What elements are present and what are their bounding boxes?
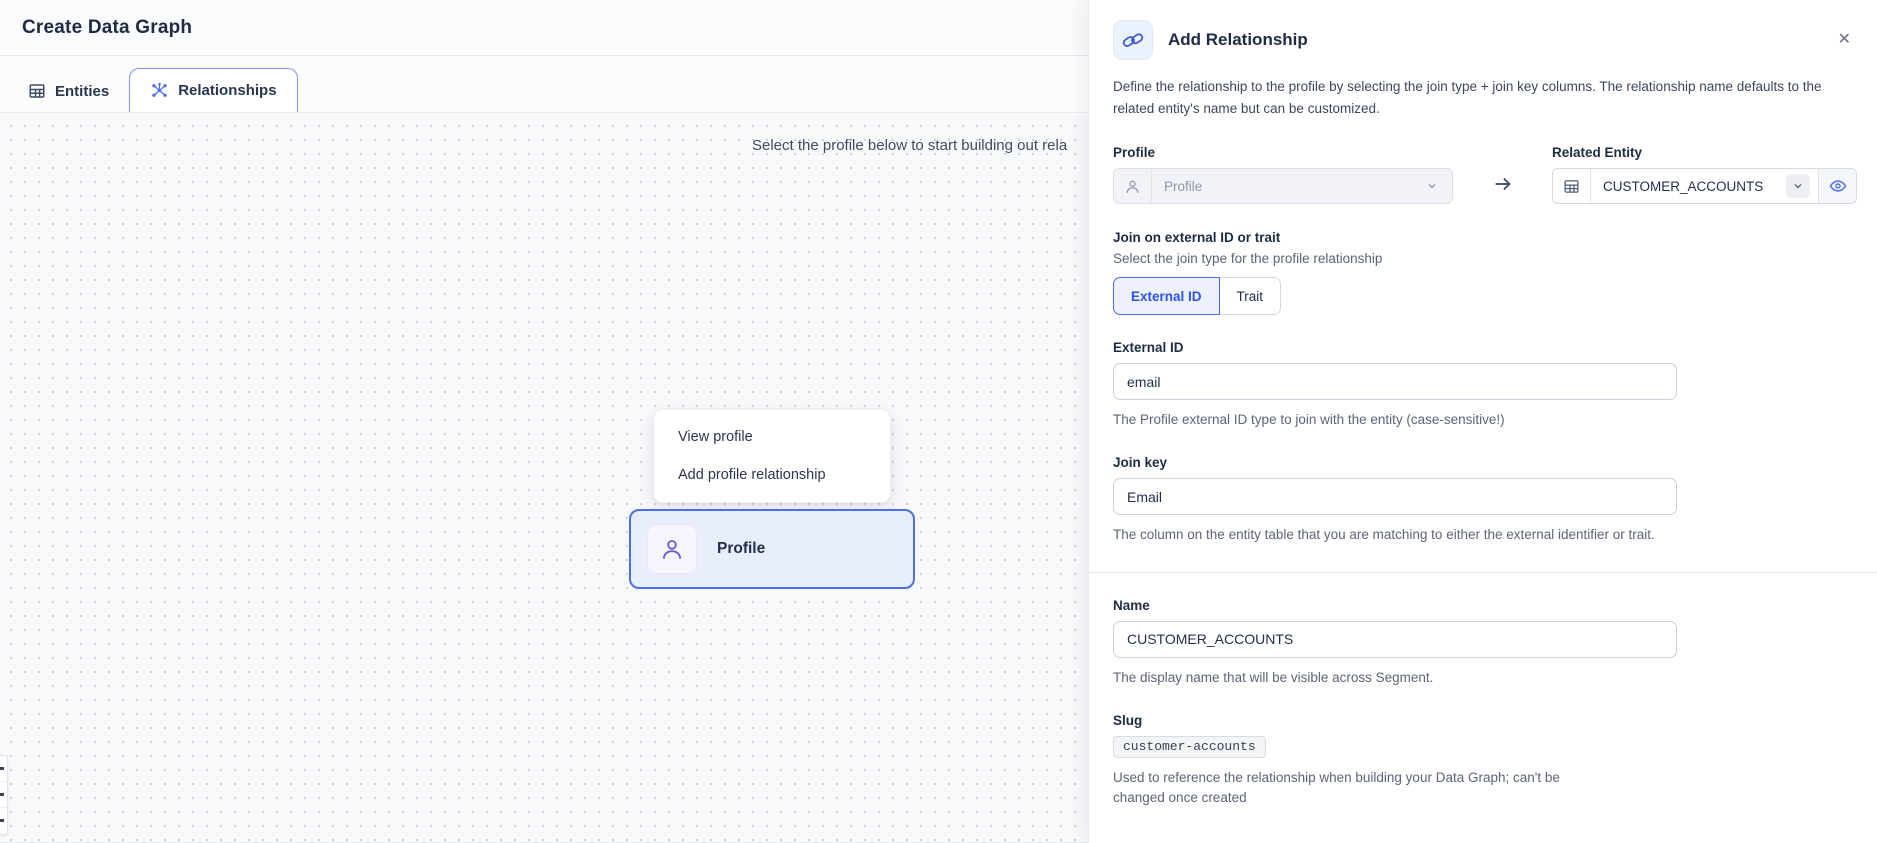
related-entity-label: Related Entity bbox=[1552, 145, 1857, 160]
slug-helper: Used to reference the relationship when … bbox=[1113, 768, 1583, 809]
canvas-zoom-controls bbox=[0, 755, 8, 835]
tab-bar: Entities Re bbox=[0, 56, 1088, 112]
join-type-label: Join on external ID or trait bbox=[1113, 230, 1857, 245]
top-bar: Create Data Graph bbox=[0, 0, 1088, 56]
person-icon bbox=[647, 524, 697, 574]
panel-header: Add Relationship ✕ bbox=[1113, 20, 1857, 60]
name-helper: The display name that will be visible ac… bbox=[1113, 668, 1677, 688]
join-key-input[interactable] bbox=[1113, 478, 1677, 515]
external-id-field: External ID The Profile external ID type… bbox=[1113, 340, 1857, 430]
close-icon[interactable]: ✕ bbox=[1832, 28, 1857, 52]
name-input[interactable] bbox=[1113, 621, 1677, 658]
slug-value: customer-accounts bbox=[1113, 736, 1266, 758]
eye-icon[interactable] bbox=[1818, 169, 1856, 203]
profile-node-label: Profile bbox=[717, 540, 765, 558]
chevron-down-icon bbox=[1786, 174, 1810, 198]
profile-entity-row: Profile Profile bbox=[1113, 145, 1857, 204]
toggle-trait[interactable]: Trait bbox=[1220, 277, 1282, 315]
related-entity-select[interactable]: CUSTOMER_ACCOUNTS bbox=[1552, 168, 1857, 204]
node-context-menu: View profile Add profile relationship bbox=[653, 409, 891, 503]
tab-relationships[interactable]: Relationships bbox=[129, 68, 297, 112]
slug-field: Slug customer-accounts Used to reference… bbox=[1113, 713, 1857, 809]
related-entity-field: Related Entity CUSTOMER_ACCOUNTS bbox=[1552, 145, 1857, 204]
table-icon bbox=[28, 82, 46, 100]
graph-network-icon bbox=[150, 81, 169, 100]
zoom-in-button[interactable] bbox=[0, 756, 7, 782]
tab-relationships-label: Relationships bbox=[178, 82, 276, 99]
tab-entities[interactable]: Entities bbox=[8, 70, 129, 112]
page-title: Create Data Graph bbox=[22, 17, 192, 39]
profile-node[interactable]: Profile bbox=[629, 509, 915, 589]
external-id-input[interactable] bbox=[1113, 363, 1677, 400]
profile-field: Profile Profile bbox=[1113, 145, 1453, 204]
join-key-field: Join key The column on the entity table … bbox=[1113, 455, 1857, 545]
person-icon bbox=[1114, 169, 1152, 203]
profile-label: Profile bbox=[1113, 145, 1453, 160]
external-id-label: External ID bbox=[1113, 340, 1857, 355]
section-divider bbox=[1089, 572, 1877, 573]
slug-label: Slug bbox=[1113, 713, 1857, 728]
external-id-helper: The Profile external ID type to join wit… bbox=[1113, 410, 1677, 430]
canvas-hint-text: Select the profile below to start buildi… bbox=[752, 137, 1067, 154]
name-label: Name bbox=[1113, 598, 1857, 613]
zoom-out-button[interactable] bbox=[0, 782, 7, 808]
app-root: Create Data Graph Entities bbox=[0, 0, 1877, 843]
add-relationship-panel: Add Relationship ✕ Define the relationsh… bbox=[1088, 0, 1877, 843]
chevron-down-icon bbox=[1420, 174, 1444, 198]
toggle-external-id[interactable]: External ID bbox=[1113, 277, 1220, 315]
related-entity-select-value: CUSTOMER_ACCOUNTS bbox=[1591, 179, 1786, 194]
profile-select[interactable]: Profile bbox=[1113, 168, 1453, 204]
join-key-label: Join key bbox=[1113, 455, 1857, 470]
name-field: Name The display name that will be visib… bbox=[1113, 598, 1857, 688]
menu-item-add-profile-relationship[interactable]: Add profile relationship bbox=[654, 456, 890, 494]
graph-canvas[interactable]: Select the profile below to start buildi… bbox=[0, 112, 1088, 843]
panel-description: Define the relationship to the profile b… bbox=[1113, 76, 1857, 119]
table-icon bbox=[1553, 169, 1591, 203]
join-type-toggle: External ID Trait bbox=[1113, 277, 1281, 315]
join-type-section: Join on external ID or trait Select the … bbox=[1113, 230, 1857, 315]
join-key-helper: The column on the entity table that you … bbox=[1113, 525, 1677, 545]
menu-item-view-profile[interactable]: View profile bbox=[654, 418, 890, 456]
fit-view-button[interactable] bbox=[0, 808, 7, 834]
panel-title: Add Relationship bbox=[1168, 30, 1832, 50]
tab-entities-label: Entities bbox=[55, 83, 109, 100]
join-type-sublabel: Select the join type for the profile rel… bbox=[1113, 251, 1857, 266]
workspace: Create Data Graph Entities bbox=[0, 0, 1088, 843]
arrow-right-icon bbox=[1453, 166, 1552, 202]
link-icon bbox=[1113, 20, 1153, 60]
profile-select-value: Profile bbox=[1152, 179, 1420, 194]
